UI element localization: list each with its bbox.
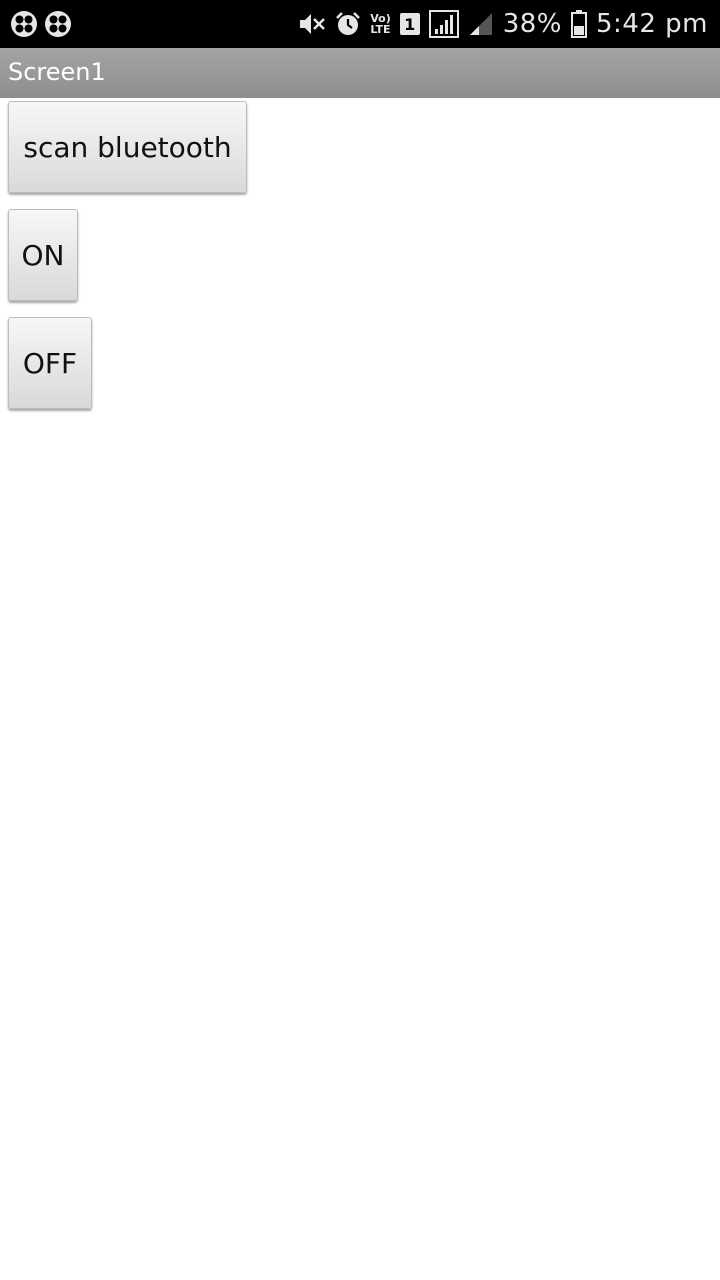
clock: 5:42 pm: [596, 9, 708, 39]
lte-label: LTE: [370, 23, 391, 36]
notification-icons: [10, 10, 72, 38]
status-bar: Vo) LTE 1 38% 5:42 pm: [0, 0, 720, 48]
app-notification-icon: [10, 10, 38, 38]
page-title: Screen1: [8, 58, 106, 86]
signal-icon: [468, 11, 494, 37]
signal-icon: [428, 10, 459, 38]
app-notification-icon: [44, 10, 72, 38]
volte-icon: Vo) LTE: [370, 13, 391, 35]
on-button[interactable]: ON: [8, 209, 78, 301]
scan-bluetooth-button[interactable]: scan bluetooth: [8, 101, 247, 193]
mute-icon: [298, 11, 326, 37]
battery-icon: [571, 10, 588, 38]
alarm-icon: [335, 11, 361, 37]
sim-icon: 1: [399, 13, 420, 35]
off-button[interactable]: OFF: [8, 317, 92, 409]
app-title-bar: Screen1: [0, 48, 720, 98]
battery-percent: 38%: [502, 9, 563, 39]
system-icons: Vo) LTE 1 38% 5:42 pm: [298, 0, 708, 48]
